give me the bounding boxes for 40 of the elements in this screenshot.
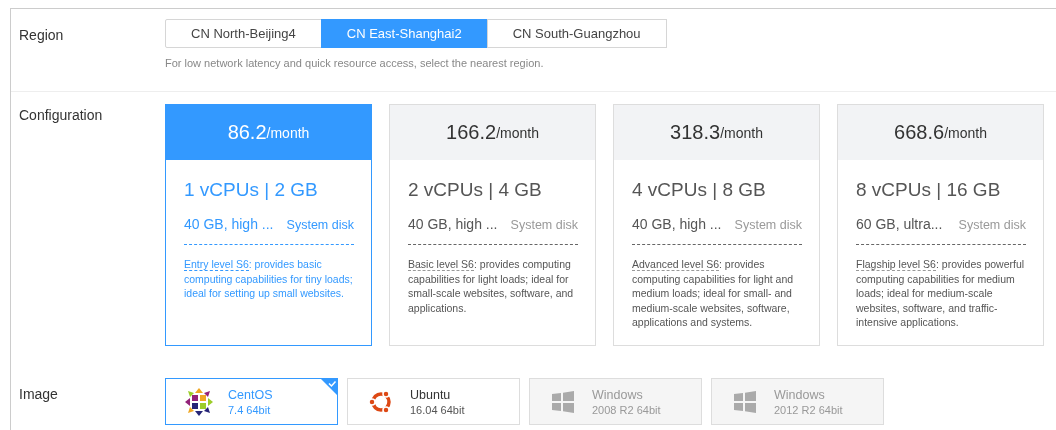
price-text: 166.2/month bbox=[390, 105, 595, 160]
os-name: Windows bbox=[592, 387, 644, 402]
plan-card[interactable] bbox=[837, 104, 1044, 346]
description-text: Entry level S6: provides basic computing capabilities for tiny loads; ideal for setting up small websites. bbox=[184, 257, 354, 301]
price-text: 86.2/month bbox=[166, 105, 371, 160]
price-text: 318.3/month bbox=[614, 105, 819, 160]
centos-logo-icon bbox=[184, 386, 214, 417]
hint-text: For low network latency and quick resource access, select the nearest region. bbox=[165, 57, 545, 69]
disk-label: System disk bbox=[734, 218, 802, 232]
os-version: 2008 R2 64bit bbox=[592, 403, 661, 416]
spec-text: 4 vCPUs | 8 GB bbox=[632, 179, 767, 201]
plan-card[interactable] bbox=[613, 104, 820, 346]
description-text: Basic level S6: provides computing capabilities for light loads; ideal for small-scale websites, software, and applications. bbox=[408, 257, 575, 315]
section-label: Configuration bbox=[19, 106, 104, 125]
section-label: Image bbox=[19, 385, 59, 404]
check-icon bbox=[321, 379, 337, 395]
disk-label: System disk bbox=[286, 218, 354, 232]
image-option[interactable]: Ubuntu 16.04 64bit bbox=[347, 378, 520, 425]
disk-text: 40 GB, high ... bbox=[408, 216, 498, 232]
spec-text: 1 vCPUs | 2 GB bbox=[184, 179, 319, 201]
disk-label: System disk bbox=[510, 218, 578, 232]
os-name: Ubuntu bbox=[410, 387, 452, 402]
description-text: Flagship level S6: provides powerful computing capabilities for medium loads; ideal for medium-scale websites, software, and traffic-intensive applications. bbox=[856, 257, 1026, 330]
price-text: 668.6/month bbox=[838, 105, 1043, 160]
os-version: 2012 R2 64bit bbox=[774, 403, 843, 416]
disk-text: 40 GB, high ... bbox=[632, 216, 722, 232]
section-label: Region bbox=[19, 26, 65, 45]
os-name: CentOS bbox=[228, 387, 273, 402]
disk-label: System disk bbox=[958, 218, 1026, 232]
os-version: 16.04 64bit bbox=[410, 403, 465, 416]
os-version: 7.4 64bit bbox=[228, 403, 272, 416]
disk-text: 60 GB, ultra... bbox=[856, 216, 943, 232]
spec-text: 2 vCPUs | 4 GB bbox=[408, 179, 543, 201]
disk-text: 40 GB, high ... bbox=[184, 216, 274, 232]
region-tab[interactable]: CN South-Guangzhou bbox=[486, 19, 667, 48]
region-tab[interactable]: CN North-Beijing4 bbox=[165, 19, 322, 48]
os-name: Windows bbox=[774, 387, 826, 402]
description-text: Advanced level S6: provides computing capabilities for light and medium loads; ideal for small- and medium-scale websites, software, applications and systems. bbox=[632, 257, 795, 330]
plan-card[interactable]: 166.2/month 2 vCPUs | 4 GB 40 GB, high ... System disk Basic level S6: provides computing capabilities for light loads; ideal for small-scale websites, software, and applications. bbox=[389, 104, 596, 346]
spec-text: 8 vCPUs | 16 GB bbox=[856, 179, 1002, 201]
